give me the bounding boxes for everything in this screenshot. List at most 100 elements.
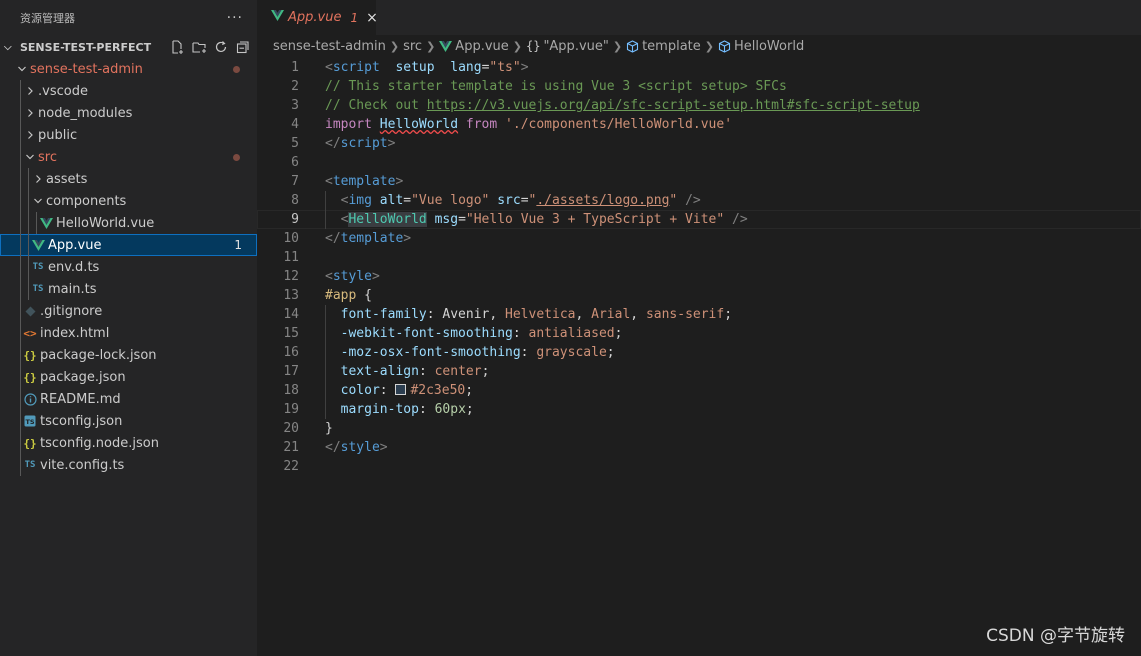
- code-token: >: [379, 440, 388, 455]
- indent-guide: [20, 432, 21, 454]
- line-number: 5: [291, 136, 299, 151]
- tree-item[interactable]: TS tsconfig.json: [0, 410, 257, 432]
- breadcrumb-module[interactable]: "App.vue": [543, 39, 608, 54]
- code-token: // Check out: [325, 98, 427, 113]
- tree-item[interactable]: .vscode: [0, 80, 257, 102]
- code-line[interactable]: 20}: [257, 419, 1141, 438]
- code-line[interactable]: 8 <img alt="Vue logo" src="./assets/logo…: [257, 191, 1141, 210]
- code-token: ;: [465, 383, 474, 398]
- indent-guide: [20, 366, 21, 388]
- tree-item[interactable]: {} tsconfig.node.json: [0, 432, 257, 454]
- code-token: ;: [481, 364, 490, 379]
- code-line[interactable]: 1 <script setup lang="ts">: [257, 58, 1141, 77]
- code-line[interactable]: 2 // This starter template is using Vue 3…: [257, 77, 1141, 96]
- indent-guide: [28, 190, 29, 212]
- indent-guide: [20, 256, 21, 278]
- code-line[interactable]: 12 <style>: [257, 267, 1141, 286]
- line-number: 10: [283, 231, 299, 246]
- tree-item[interactable]: assets: [0, 168, 257, 190]
- tree-item[interactable]: <> index.html: [0, 322, 257, 344]
- breadcrumb: sense-test-admin ❯ src ❯ App.vue ❯ {} "A…: [257, 35, 1141, 57]
- code-line[interactable]: 17 text-align: center;: [257, 362, 1141, 381]
- code-token: />: [685, 193, 701, 208]
- tree-item[interactable]: .gitignore: [0, 300, 257, 322]
- tree-item[interactable]: HelloWorld.vue: [0, 212, 257, 234]
- tree-item[interactable]: TS main.ts: [0, 278, 257, 300]
- code-line[interactable]: 21 </style>: [257, 438, 1141, 457]
- tree-item[interactable]: {} package.json: [0, 366, 257, 388]
- line-number: 17: [283, 364, 299, 379]
- line-number: 16: [283, 345, 299, 360]
- indent-guide: [20, 278, 21, 300]
- new-folder-icon[interactable]: [191, 39, 207, 55]
- chevron-down-icon: [30, 196, 46, 206]
- tab-app-vue[interactable]: App.vue 1 ×: [257, 0, 378, 35]
- code-token: <: [325, 269, 333, 284]
- code-line[interactable]: 10 </template>: [257, 229, 1141, 248]
- breadcrumb-template[interactable]: template: [642, 39, 701, 54]
- workspace-section-header[interactable]: ⌵ SENSE-TEST-PERFECT: [0, 36, 257, 58]
- code-token: ./assets/logo.png: [536, 193, 670, 208]
- line-number: 9: [291, 212, 299, 227]
- breadcrumb-src[interactable]: src: [403, 39, 422, 54]
- tree-item-label: env.d.ts: [48, 259, 100, 275]
- indent-guide: [28, 212, 29, 234]
- code-line[interactable]: 16 -moz-osx-font-smoothing: grayscale;: [257, 343, 1141, 362]
- code-token: from: [465, 117, 498, 132]
- tree-item[interactable]: public: [0, 124, 257, 146]
- breadcrumb-component[interactable]: HelloWorld: [734, 39, 804, 54]
- code-token: script: [332, 60, 380, 75]
- tree-item[interactable]: TS vite.config.ts: [0, 454, 257, 476]
- code-line[interactable]: 13 #app {: [257, 286, 1141, 305]
- code-text: }: [325, 419, 333, 438]
- indent-guide: [20, 410, 21, 432]
- new-file-icon[interactable]: [169, 39, 185, 55]
- code-line[interactable]: 14 font-family: Avenir, Helvetica, Arial…: [257, 305, 1141, 324]
- tree-item[interactable]: src: [0, 146, 257, 168]
- code-line[interactable]: 4 import HelloWorld from './components/He…: [257, 115, 1141, 134]
- tree-item[interactable]: node_modules: [0, 102, 257, 124]
- tree-item[interactable]: TS env.d.ts: [0, 256, 257, 278]
- code-line[interactable]: 15 -webkit-font-smoothing: antialiased;: [257, 324, 1141, 343]
- code-token: ,: [575, 307, 592, 322]
- indent-guide: [20, 80, 21, 102]
- tree-item[interactable]: README.md: [0, 388, 257, 410]
- code-text: -webkit-font-smoothing: antialiased;: [325, 324, 623, 343]
- breadcrumb-file[interactable]: App.vue: [455, 39, 508, 54]
- code-token: :: [512, 326, 529, 341]
- code-text: </script>: [325, 134, 395, 153]
- code-line[interactable]: 6: [257, 153, 1141, 172]
- code-line[interactable]: 18 color: #2c3e50;: [257, 381, 1141, 400]
- close-tab-icon[interactable]: ×: [366, 10, 378, 26]
- tree-item-label: components: [46, 193, 127, 209]
- tree-item[interactable]: components: [0, 190, 257, 212]
- more-actions-icon[interactable]: ···: [227, 10, 243, 26]
- module-symbol-icon: {}: [525, 39, 541, 53]
- code-token: antialiased: [528, 326, 615, 341]
- code-line[interactable]: 3 // Check out https://v3.vuejs.org/api/s…: [257, 96, 1141, 115]
- breadcrumb-folder[interactable]: sense-test-admin: [273, 39, 386, 54]
- code-editor[interactable]: 1 <script setup lang="ts"> 2// This starte…: [257, 57, 1141, 656]
- code-token: script: [340, 136, 388, 151]
- tree-item[interactable]: sense-test-admin: [0, 58, 257, 80]
- line-number: 6: [291, 155, 299, 170]
- code-line[interactable]: 11: [257, 248, 1141, 267]
- refresh-icon[interactable]: [213, 39, 229, 55]
- code-line[interactable]: 7 <template>: [257, 172, 1141, 191]
- collapse-all-icon[interactable]: [235, 39, 251, 55]
- code-token: <: [325, 174, 333, 189]
- tree-item[interactable]: App.vue 1: [0, 234, 257, 256]
- code-line[interactable]: 19 margin-top: 60px;: [257, 400, 1141, 419]
- color-swatch[interactable]: [395, 384, 407, 395]
- code-line[interactable]: 5 </script>: [257, 134, 1141, 153]
- workspace-name: SENSE-TEST-PERFECT: [20, 40, 152, 54]
- code-line[interactable]: 9 <HelloWorld msg="Hello Vue 3 + TypeScr…: [257, 210, 1141, 229]
- code-token: img: [348, 193, 372, 208]
- json-file-icon: {}: [23, 370, 37, 384]
- code-line[interactable]: 22: [257, 457, 1141, 476]
- line-number: 19: [283, 402, 299, 417]
- tree-item[interactable]: {} package-lock.json: [0, 344, 257, 366]
- code-token: >: [371, 269, 380, 284]
- info-icon: [22, 391, 38, 407]
